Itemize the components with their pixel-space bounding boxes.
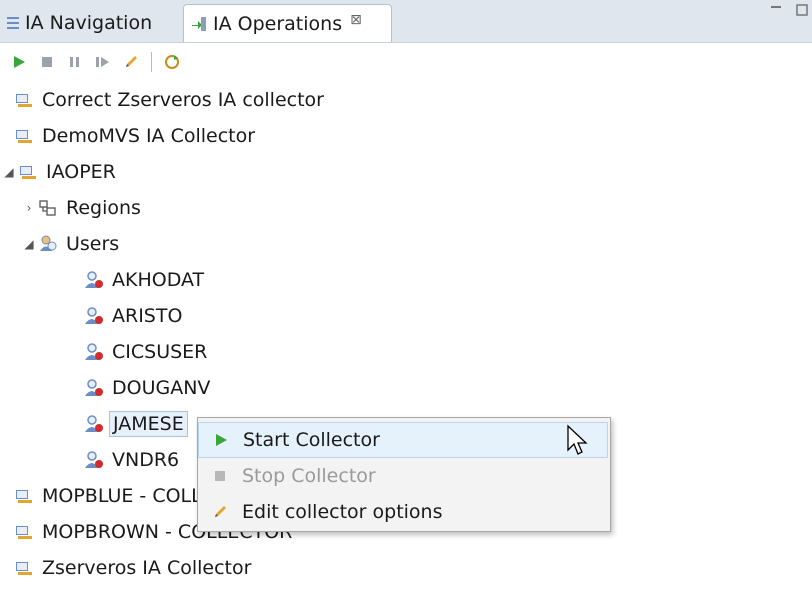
collector-icon [14,558,34,578]
tree-item[interactable]: Correct Zserveros IA collector [14,82,327,118]
tree-item-label: Regions [66,197,141,219]
user-icon [84,306,104,326]
tree-item[interactable]: Zserveros IA Collector [14,550,254,586]
tree-item-label: CICSUSER [112,341,208,363]
edit-icon[interactable] [120,51,142,73]
resume-icon[interactable] [92,51,114,73]
start-icon[interactable] [8,51,30,73]
tree-item[interactable]: VNDR6 [84,442,182,478]
collector-icon [14,486,34,506]
edit-collector-options-menu-item[interactable]: Edit collector options [198,494,608,530]
tree-item[interactable]: › Regions [20,190,144,226]
view-tab-bar: IA Navigation IA Operations ⊠ [0,0,812,43]
tree-item[interactable]: AKHODAT [84,262,207,298]
stop-icon [198,469,242,483]
tree-item-label: VNDR6 [112,449,180,471]
user-icon [84,450,104,470]
tree-item[interactable]: ARISTO [84,298,185,334]
tree-item-label: DOUGANV [112,377,211,399]
tab-label: IA Navigation [25,12,153,34]
regions-icon [38,198,58,218]
expanded-twistie-icon[interactable]: ◢ [0,165,18,179]
tab-ia-operations[interactable]: IA Operations ⊠ [183,4,392,42]
menu-item-label: Stop Collector [242,465,376,487]
menu-item-label: Edit collector options [242,501,443,523]
minimize-icon[interactable] [770,4,782,20]
tree-item-selected[interactable]: JAMESE [84,406,188,442]
close-icon[interactable]: ⊠ [350,12,362,28]
navigation-icon [6,15,20,31]
refresh-icon[interactable] [161,51,183,73]
expanded-twistie-icon[interactable]: ◢ [20,237,38,251]
start-icon [199,433,243,447]
tree-item-label: Users [66,233,120,255]
tree-item-label: DemoMVS IA Collector [42,125,256,147]
user-icon [84,270,104,290]
tab-label: IA Operations [213,12,343,35]
tree-item-label: Correct Zserveros IA collector [42,89,324,111]
tree-item[interactable]: ◢ IAOPER [0,154,119,190]
tree-item-label: JAMESE [109,411,188,437]
stop-icon[interactable] [36,51,58,73]
tree-item[interactable]: DOUGANV [84,370,213,406]
edit-icon [198,504,242,520]
tree-item-label: ARISTO [112,305,183,327]
maximize-icon[interactable] [796,4,808,20]
tab-ia-navigation[interactable]: IA Navigation [0,4,183,42]
users-icon [38,234,58,254]
user-icon [84,414,104,434]
mouse-pointer-icon [566,424,588,463]
window-controls [770,4,808,20]
view-toolbar [0,42,812,82]
collector-icon [18,162,38,182]
collector-icon [14,90,34,110]
menu-item-label: Start Collector [243,429,380,451]
start-collector-menu-item[interactable]: Start Collector [198,422,608,458]
collector-icon [14,522,34,542]
user-icon [84,342,104,362]
pause-icon[interactable] [64,51,86,73]
tree-item-label: AKHODAT [112,269,205,291]
user-icon [84,378,104,398]
context-menu: Start Collector Stop Collector Edit coll… [197,417,611,532]
stop-collector-menu-item[interactable]: Stop Collector [198,458,608,494]
toolbar-separator [151,52,152,72]
operations-icon [190,15,208,33]
collapsed-twistie-icon[interactable]: › [20,201,38,215]
tree-item[interactable]: DemoMVS IA Collector [14,118,258,154]
tree-item-label: Zserveros IA Collector [42,557,252,579]
tree-item[interactable]: ◢ Users [20,226,122,262]
tree-item[interactable]: CICSUSER [84,334,210,370]
tree-item-label: IAOPER [46,161,116,183]
collector-icon [14,126,34,146]
